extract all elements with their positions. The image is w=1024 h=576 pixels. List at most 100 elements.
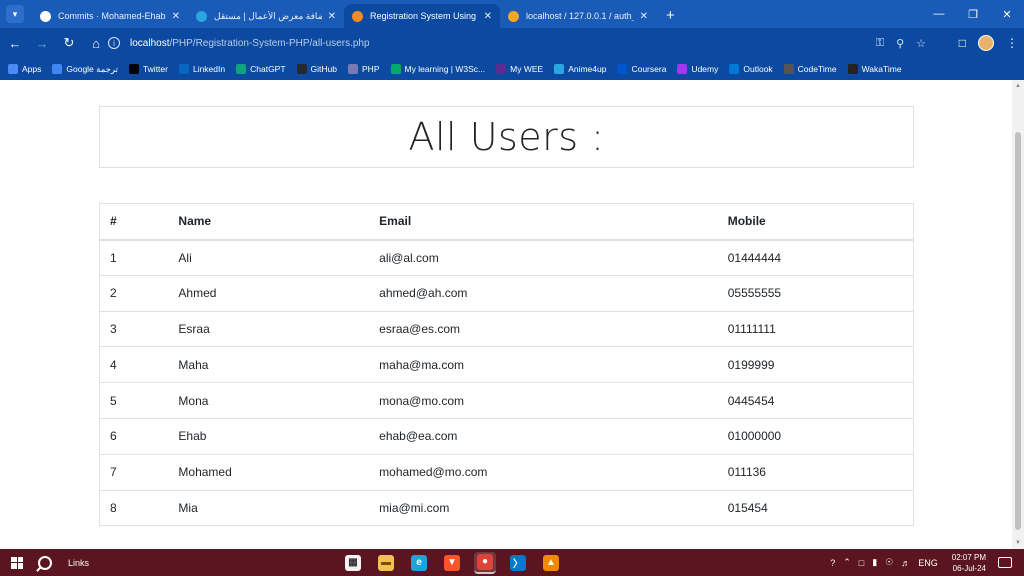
outlook-icon: [729, 64, 740, 74]
table-row: 1 Ali ali@al.com 01444444: [99, 239, 914, 276]
brave-icon[interactable]: ▼: [441, 552, 463, 574]
clock-date: 06-Jul-24: [952, 563, 986, 573]
bookmarks-bar: Apps Google ترجمة Twitter LinkedIn ChatGPT Gi…: [0, 58, 1024, 80]
cell-number: 5: [99, 382, 169, 419]
bookmark-item[interactable]: WakaTime: [847, 64, 902, 74]
bookmark-item[interactable]: Coursera: [617, 64, 666, 74]
browser-tab[interactable]: Commits · Mohamed-Ehab-Tea ✕: [32, 4, 188, 28]
browser-tab[interactable]: إضافة معرض الأعمال | مستقل ✕: [188, 4, 344, 28]
network-icon[interactable]: ☉: [885, 557, 893, 568]
cell-mobile: 01444444: [717, 239, 914, 276]
w3schools-icon: [390, 64, 401, 74]
cell-email: ahmed@ah.com: [369, 275, 718, 312]
language-indicator[interactable]: ENG: [918, 558, 938, 568]
bookmark-label: Anime4up: [568, 64, 607, 74]
tab-close-icon[interactable]: ✕: [640, 11, 648, 22]
tab-close-icon[interactable]: ✕: [484, 11, 492, 22]
column-header-number: #: [99, 203, 169, 241]
cell-email: maha@ma.com: [369, 346, 718, 384]
clock[interactable]: 02:07 PM 06-Jul-24: [952, 552, 986, 574]
scroll-up-arrow-icon[interactable]: ▲: [1014, 83, 1022, 89]
bookmark-label: Twitter: [142, 64, 168, 74]
bookmark-item[interactable]: Outlook: [729, 64, 773, 74]
tab-title: localhost / 127.0.0.1 / auth_php: [526, 11, 634, 21]
bookmark-label: LinkedIn: [192, 64, 226, 74]
we-icon: [496, 64, 507, 74]
battery-icon[interactable]: ▮: [872, 557, 877, 568]
cell-email: mona@mo.com: [369, 382, 718, 419]
bookmark-star-icon[interactable]: ☆: [916, 37, 926, 50]
store-icon[interactable]: ▦: [342, 552, 364, 574]
github-icon: [40, 10, 51, 22]
page-scrollbar[interactable]: ▲ ▼: [1012, 80, 1024, 549]
profile-avatar[interactable]: [978, 35, 994, 51]
bookmark-item[interactable]: My learning | W3Sc...: [390, 64, 485, 74]
bookmark-item[interactable]: My WEE: [496, 64, 543, 74]
edge-icon[interactable]: e: [408, 552, 430, 574]
cell-name: Mia: [178, 500, 198, 515]
site-info-icon[interactable]: i: [108, 37, 120, 49]
taskbar-search[interactable]: Links: [38, 549, 89, 576]
browser-tab[interactable]: localhost / 127.0.0.1 / auth_php ✕: [500, 4, 656, 28]
restore-icon[interactable]: ❐: [956, 0, 990, 28]
chrome-icon[interactable]: ●: [474, 551, 496, 574]
minimize-icon[interactable]: —: [922, 0, 956, 28]
scroll-down-arrow-icon[interactable]: ▼: [1014, 540, 1022, 546]
mostaql-icon: [196, 10, 207, 22]
bookmark-item[interactable]: GitHub: [296, 64, 337, 74]
bookmark-item[interactable]: Udemy: [677, 64, 718, 74]
file-explorer-icon[interactable]: ▬: [375, 552, 397, 574]
close-window-icon[interactable]: ✕: [990, 0, 1024, 28]
password-key-icon[interactable]: ⚿: [876, 37, 884, 50]
notifications-icon[interactable]: [998, 557, 1012, 568]
tab-search-icon[interactable]: ▾: [6, 5, 24, 23]
chevron-up-icon[interactable]: ⌃: [843, 557, 851, 568]
vscode-icon[interactable]: 〉: [507, 552, 529, 574]
page-title-box: All Users :: [99, 106, 914, 168]
bookmark-label: Udemy: [691, 64, 719, 74]
address-bar[interactable]: i localhost/PHP/Registration-System-PHP/…: [100, 31, 932, 55]
tab-close-icon[interactable]: ✕: [172, 11, 180, 22]
bookmark-item[interactable]: Twitter: [128, 64, 168, 74]
help-icon[interactable]: ?: [830, 558, 835, 568]
page-content: All Users : # Name Email Mobile 1 Ali ali@…: [0, 80, 1012, 549]
device-icon[interactable]: □: [859, 558, 864, 568]
reload-icon[interactable]: ↻: [57, 31, 81, 55]
bookmark-item[interactable]: ChatGPT: [236, 64, 286, 74]
forward-icon[interactable]: →: [30, 31, 54, 55]
bookmark-item[interactable]: Apps: [8, 64, 41, 74]
vlc-icon[interactable]: ▲: [540, 552, 562, 574]
cell-number: 3: [99, 311, 169, 348]
bookmark-item[interactable]: CodeTime: [783, 64, 837, 74]
coursera-icon: [617, 64, 628, 74]
cell-number: 6: [99, 418, 169, 455]
table-row: 7 Mohamed mohamed@mo.com 011136: [99, 454, 914, 491]
browser-menu-icon[interactable]: ⋮: [1006, 36, 1018, 50]
new-tab-button[interactable]: +: [666, 7, 675, 24]
extensions-icon[interactable]: □: [959, 36, 966, 50]
browser-tab[interactable]: Registration System Using PHP ✕: [344, 4, 500, 28]
udemy-icon: [677, 64, 688, 74]
bookmark-label: My WEE: [510, 64, 544, 74]
tab-close-icon[interactable]: ✕: [328, 11, 336, 22]
bookmark-item[interactable]: Anime4up: [554, 64, 606, 74]
search-icon: [38, 555, 52, 570]
cell-email: ali@al.com: [369, 239, 718, 276]
cell-number: 7: [99, 454, 169, 491]
phpmyadmin-icon: [508, 10, 519, 22]
codetime-icon: [783, 64, 794, 74]
window-controls: — ❐ ✕: [922, 0, 1024, 28]
bookmark-item[interactable]: Google ترجمة: [52, 64, 118, 75]
scrollbar-thumb[interactable]: [1015, 132, 1021, 530]
start-button[interactable]: [0, 549, 34, 576]
bookmark-item[interactable]: PHP: [348, 64, 380, 74]
url-path: /PHP/Registration-System-PHP/all-users.p…: [169, 37, 370, 49]
table-row: 6 Ehab ehab@ea.com 01000000: [99, 418, 914, 455]
volume-icon[interactable]: ♬: [901, 558, 910, 568]
cell-number: 1: [99, 239, 169, 276]
back-icon[interactable]: ←: [3, 31, 27, 55]
zoom-icon[interactable]: ⚲: [896, 37, 904, 50]
bookmark-item[interactable]: LinkedIn: [178, 64, 226, 74]
bookmark-label: Google ترجمة: [66, 63, 118, 74]
cell-mobile: 0199999: [717, 346, 914, 384]
